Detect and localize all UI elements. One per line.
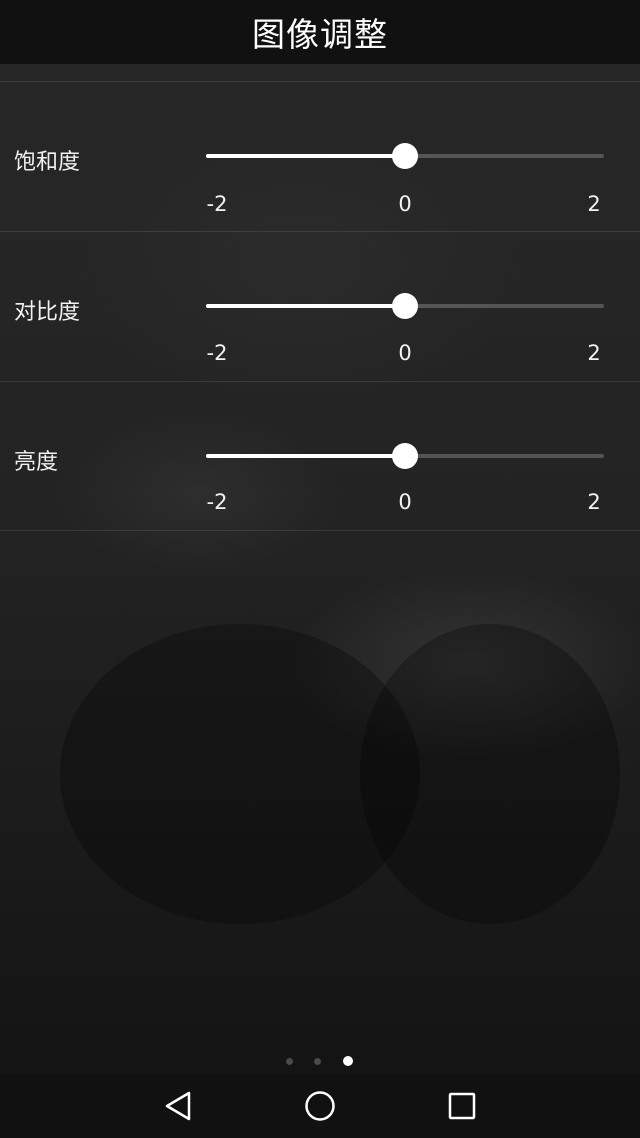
saturation-slider-thumb[interactable] [392,143,418,169]
page-dot[interactable] [314,1058,321,1065]
header-bar: 图像调整 [0,0,640,64]
back-triangle-icon [165,1091,191,1121]
recents-square-icon [448,1092,476,1120]
contrast-row: 对比度 -2 0 2 [0,232,640,382]
saturation-slider[interactable] [206,143,604,169]
contrast-label: 对比度 [14,300,81,325]
saturation-min-label: -2 [206,192,228,216]
background-shadow-shape [360,624,620,924]
page-dot-active[interactable] [343,1056,353,1066]
brightness-label: 亮度 [14,450,59,475]
contrast-min-label: -2 [206,341,228,365]
saturation-slider-fill [206,154,405,158]
brightness-min-label: -2 [206,490,228,514]
brightness-slider-thumb[interactable] [392,443,418,469]
brightness-slider[interactable] [206,443,604,469]
brightness-row: 亮度 -2 0 2 [0,382,640,532]
saturation-max-label: 2 [587,192,601,216]
home-circle-icon [305,1091,335,1121]
home-button[interactable] [300,1086,340,1126]
page-dot[interactable] [286,1058,293,1065]
saturation-label: 饱和度 [14,150,81,175]
brightness-mid-label: 0 [398,490,412,514]
back-button[interactable] [158,1086,198,1126]
page-indicator [0,1055,640,1069]
brightness-max-label: 2 [587,490,601,514]
saturation-row: 饱和度 -2 0 2 [0,82,640,232]
section-divider [0,530,640,531]
recents-button[interactable] [442,1086,482,1126]
contrast-slider-thumb[interactable] [392,293,418,319]
contrast-max-label: 2 [587,341,601,365]
contrast-mid-label: 0 [398,341,412,365]
contrast-slider[interactable] [206,293,604,319]
contrast-slider-fill [206,304,405,308]
image-adjust-screen: 图像调整 饱和度 -2 0 2 对比度 -2 0 2 亮度 -2 0 2 [0,0,640,1138]
page-title: 图像调整 [252,15,388,54]
system-nav-bar [0,1074,640,1138]
brightness-slider-fill [206,454,405,458]
saturation-mid-label: 0 [398,192,412,216]
